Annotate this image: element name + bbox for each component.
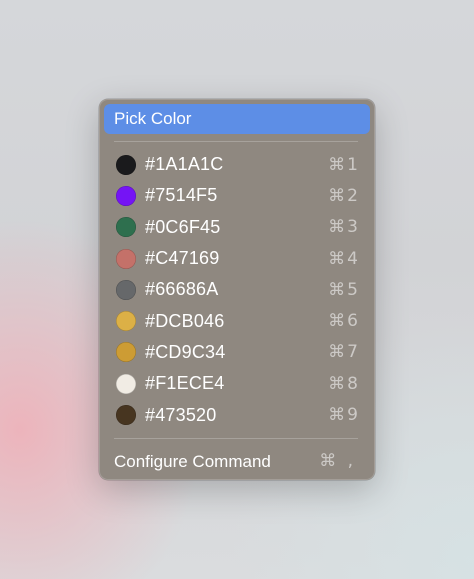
color-swatch bbox=[116, 154, 136, 175]
shortcut-label: ⌘4 bbox=[328, 248, 360, 269]
color-swatch bbox=[116, 279, 136, 300]
color-hex-label: #0C6F45 bbox=[145, 216, 221, 237]
color-item-9[interactable]: #473520 ⌘9 bbox=[104, 399, 370, 430]
color-item-5[interactable]: #66686A ⌘5 bbox=[104, 274, 370, 305]
color-item-8[interactable]: #F1ECE4 ⌘8 bbox=[104, 368, 370, 399]
color-item-4[interactable]: #C47169 ⌘4 bbox=[104, 243, 370, 274]
shortcut-label: ⌘3 bbox=[328, 217, 360, 238]
configure-command-label: Configure Command bbox=[114, 451, 271, 471]
color-hex-label: #1A1A1C bbox=[145, 154, 224, 175]
shortcut-label: ⌘6 bbox=[328, 311, 360, 332]
color-item-1[interactable]: #1A1A1C ⌘1 bbox=[104, 149, 370, 180]
color-hex-label: #C47169 bbox=[145, 248, 220, 269]
color-item-6[interactable]: #DCB046 ⌘6 bbox=[104, 305, 370, 336]
color-swatch bbox=[116, 311, 136, 332]
shortcut-label: ⌘1 bbox=[328, 154, 360, 175]
shortcut-label: ⌘7 bbox=[328, 342, 360, 363]
color-item-3[interactable]: #0C6F45 ⌘3 bbox=[104, 212, 370, 243]
color-swatch bbox=[116, 373, 136, 394]
shortcut-label: ⌘9 bbox=[328, 405, 360, 426]
shortcut-label: ⌘5 bbox=[328, 279, 360, 300]
color-hex-label: #F1ECE4 bbox=[145, 373, 225, 394]
menu-item-pick-color[interactable]: Pick Color bbox=[104, 104, 370, 134]
pick-color-menu: Pick Color #1A1A1C ⌘1 #7514F5 ⌘2 #0C6F45… bbox=[99, 99, 375, 480]
color-hex-label: #DCB046 bbox=[145, 310, 225, 331]
shortcut-label: ⌘8 bbox=[328, 373, 360, 394]
menu-separator bbox=[114, 437, 358, 439]
color-swatch bbox=[116, 342, 136, 363]
color-hex-label: #CD9C34 bbox=[145, 341, 226, 362]
menu-item-configure-command[interactable]: Configure Command ⌘ , bbox=[104, 446, 370, 476]
color-swatch bbox=[116, 217, 136, 238]
shortcut-label: ⌘ , bbox=[319, 450, 356, 471]
color-swatch bbox=[116, 405, 136, 426]
color-hex-label: #473520 bbox=[145, 404, 217, 425]
color-hex-label: #7514F5 bbox=[145, 185, 218, 206]
shortcut-label: ⌘2 bbox=[328, 185, 360, 206]
color-item-2[interactable]: #7514F5 ⌘2 bbox=[104, 180, 370, 211]
menu-separator bbox=[114, 141, 358, 142]
color-hex-label: #66686A bbox=[145, 279, 219, 300]
color-item-7[interactable]: #CD9C34 ⌘7 bbox=[104, 337, 370, 368]
color-swatch bbox=[116, 185, 136, 206]
color-swatch bbox=[116, 248, 136, 269]
